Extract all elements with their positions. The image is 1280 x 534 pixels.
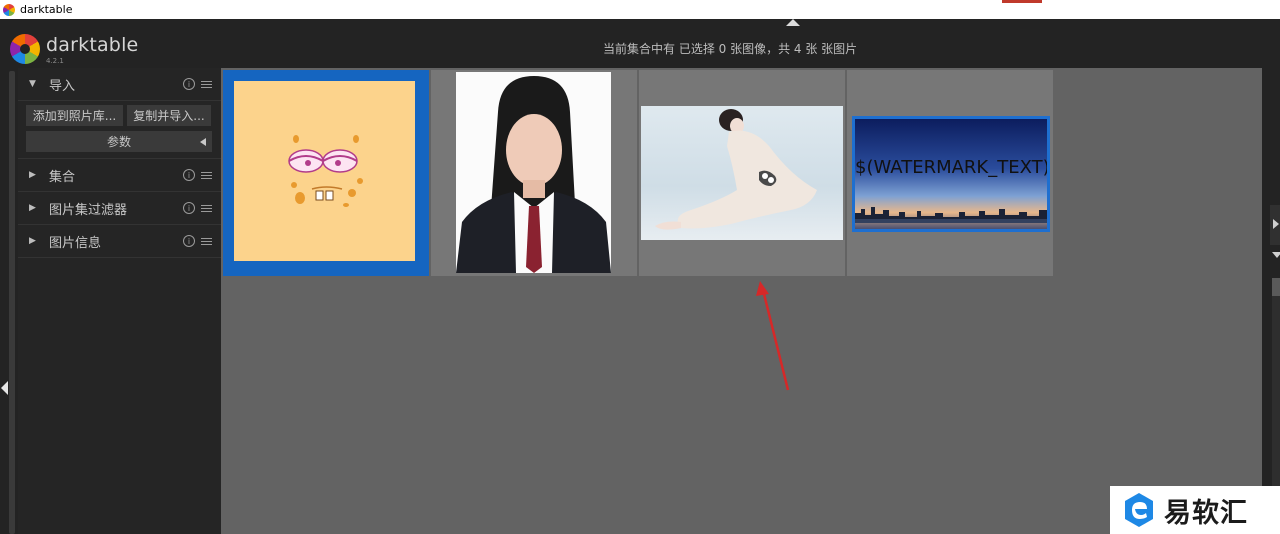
collapsed-arrow-icon: ▶ (29, 170, 36, 180)
app-icon (3, 3, 15, 16)
thumbnail-portrait[interactable] (431, 70, 637, 276)
reset-icon[interactable]: i (183, 202, 195, 214)
watermark-overlay-text: $(WATERMARK_TEXT) (855, 157, 1050, 178)
window-title: darktable (20, 3, 73, 16)
right-panel-expand-icon[interactable] (1273, 219, 1279, 229)
left-panel-collapse-icon[interactable] (1, 381, 8, 395)
thumbnail-image (456, 72, 611, 273)
app-name: darktable (46, 34, 139, 56)
module-title: 图片集过滤器 (49, 202, 128, 218)
reset-icon[interactable]: i (183, 78, 195, 90)
top-panel-collapse-icon[interactable] (786, 19, 800, 26)
thumbnail-image: $(WATERMARK_TEXT) (852, 116, 1050, 232)
presets-menu-icon[interactable] (201, 204, 212, 212)
lighttable-grid[interactable]: $(WATERMARK_TEXT) (221, 68, 1262, 534)
os-titlebar: darktable (0, 0, 1280, 19)
add-to-library-button[interactable]: 添加到照片库... (26, 105, 123, 126)
copy-and-import-button[interactable]: 复制并导入... (127, 105, 211, 126)
thumbnail-cartoon-face[interactable] (223, 70, 429, 276)
brand-text: 易软汇 (1164, 497, 1248, 529)
thumbnail-woman-white-dress[interactable] (639, 70, 845, 276)
reset-icon[interactable]: i (183, 169, 195, 181)
collapsed-arrow-icon: ▶ (29, 203, 36, 213)
thumbnail-image (234, 81, 415, 261)
brand-watermark: 易软汇 (1110, 486, 1280, 534)
parameters-button[interactable]: 参数 (26, 131, 212, 152)
module-title: 集合 (49, 169, 76, 185)
left-panel: ▼ 导入 i 添加到照片库... 复制并导入... 参数 ▶ 集合 i ▶ 图片… (18, 68, 221, 534)
module-title: 图片信息 (49, 235, 102, 251)
collapse-left-icon (200, 138, 206, 146)
brand-logo-icon (1124, 492, 1154, 528)
collection-status: 当前集合中有 已选择 0 张图像，共 4 张 张图片 (603, 42, 858, 56)
module-import-body: 添加到照片库... 复制并导入... 参数 (18, 101, 221, 159)
module-collection-filters-header[interactable]: ▶ 图片集过滤器 i (18, 192, 221, 225)
module-collections-header[interactable]: ▶ 集合 i (18, 159, 221, 192)
thumbnail-city-skyline[interactable]: $(WATERMARK_TEXT) (847, 70, 1053, 276)
app-version: 4.2.1 (46, 57, 64, 65)
module-image-information-header[interactable]: ▶ 图片信息 i (18, 225, 221, 258)
collapsed-arrow-icon: ▶ (29, 236, 36, 246)
module-import-header[interactable]: ▼ 导入 i (18, 68, 221, 101)
app-header: darktable 4.2.1 当前集合中有 已选择 0 张图像，共 4 张 张… (0, 19, 1280, 68)
os-close-accent[interactable] (1002, 0, 1042, 3)
parameters-label: 参数 (106, 135, 131, 149)
darktable-logo-icon (10, 34, 40, 64)
module-import-title: 导入 (49, 78, 76, 94)
left-border (0, 68, 18, 534)
reset-icon[interactable]: i (183, 235, 195, 247)
right-panel-dropdown-icon[interactable] (1272, 252, 1280, 258)
expanded-arrow-icon: ▼ (29, 79, 36, 89)
presets-menu-icon[interactable] (201, 171, 212, 179)
right-scrollbar-thumb[interactable] (1272, 278, 1280, 296)
darktable-window: darktable darktable 4.2.1 当前集合中有 已选择 0 张… (0, 0, 1280, 534)
annotation-arrow-icon (756, 281, 790, 391)
presets-menu-icon[interactable] (201, 237, 212, 245)
thumbnail-image (641, 106, 843, 240)
presets-menu-icon[interactable] (201, 80, 212, 88)
left-scrollbar[interactable] (9, 71, 15, 534)
